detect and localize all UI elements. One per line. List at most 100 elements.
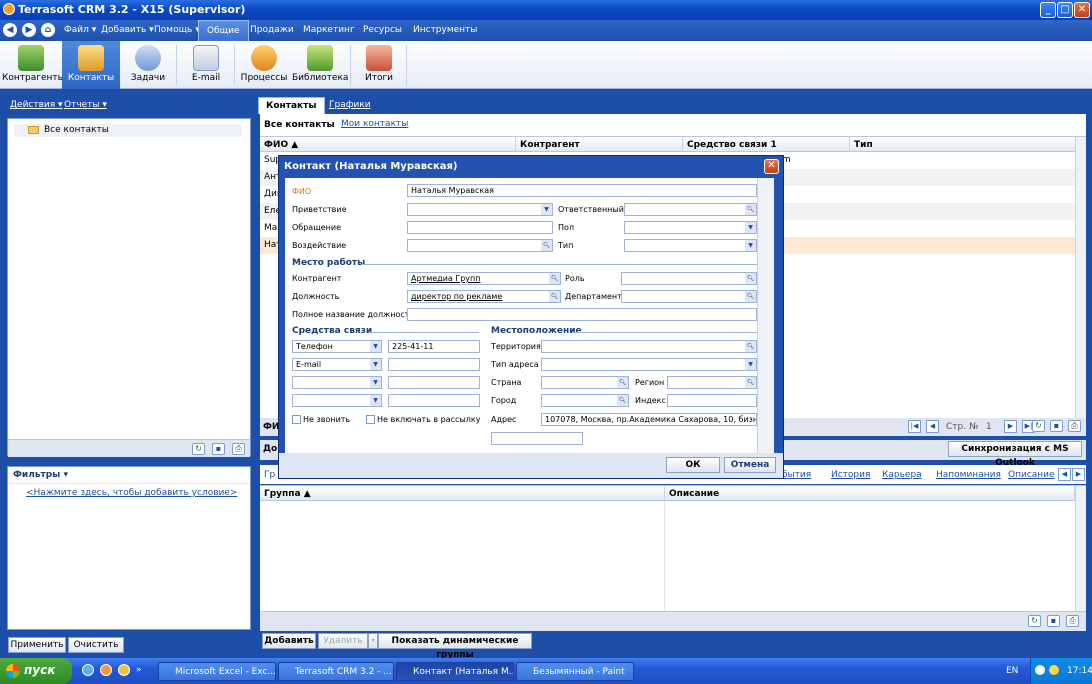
taskbar-item-excel[interactable]: Microsoft Excel - Exc...: [158, 662, 276, 681]
apply-button[interactable]: Применить: [8, 637, 66, 653]
ribbon-totals-button[interactable]: Итоги: [354, 41, 404, 89]
clear-button[interactable]: Очистить: [68, 637, 124, 653]
tab-history[interactable]: История: [831, 470, 870, 480]
print-icon[interactable]: ⎙: [232, 443, 245, 455]
tab-contacts[interactable]: Контакты: [258, 97, 325, 114]
reports-link[interactable]: Отчеты ▾: [64, 100, 107, 110]
tab-general[interactable]: Общие: [198, 20, 249, 41]
column-header-account[interactable]: Контрагент: [516, 137, 683, 152]
page-number[interactable]: 1: [986, 422, 992, 432]
fio-field[interactable]: Наталья Муравская: [407, 184, 757, 197]
chevron-down-icon[interactable]: ▼: [370, 377, 381, 388]
no-mailing-checkbox[interactable]: [366, 415, 375, 424]
lookup-icon[interactable]: 🔍︎: [745, 377, 756, 388]
grid-scrollbar[interactable]: [1075, 137, 1086, 420]
lookup-icon[interactable]: 🔍︎: [549, 273, 560, 284]
prev-page-icon[interactable]: ◀: [926, 420, 939, 433]
ribbon-library-button[interactable]: Библиотека: [292, 41, 348, 89]
column-header-description[interactable]: Описание: [665, 486, 1075, 501]
outlook-sync-button[interactable]: Синхронизация с MS Outlook: [948, 441, 1082, 468]
responsible-field[interactable]: 🔍︎: [624, 203, 757, 216]
tab-sales[interactable]: Продажи: [242, 20, 302, 41]
language-indicator[interactable]: EN: [1006, 666, 1018, 676]
tab-marketing[interactable]: Маркетинг: [295, 20, 363, 41]
back-icon[interactable]: ◀: [3, 23, 17, 37]
delete-button[interactable]: Удалить: [318, 633, 368, 649]
tree-item-all-contacts[interactable]: Все контакты: [14, 124, 242, 137]
tab-reminders[interactable]: Напоминания: [936, 470, 1001, 480]
groups-print-icon[interactable]: ⎙: [1066, 615, 1079, 627]
chevron-down-icon[interactable]: ▼: [370, 395, 381, 406]
lookup-icon[interactable]: 🔍︎: [745, 204, 756, 215]
lookup-icon[interactable]: 🔍︎: [549, 291, 560, 302]
column-header-group[interactable]: Группа ▲: [260, 486, 665, 501]
comm-type-1[interactable]: Телефон ▼: [292, 340, 382, 353]
grid-save-icon[interactable]: ▪: [1050, 420, 1063, 432]
lookup-icon[interactable]: 🔍︎: [541, 240, 552, 251]
tab-resources[interactable]: Ресурсы: [355, 20, 410, 41]
chevron-down-icon[interactable]: ▼: [745, 359, 756, 370]
tab-events[interactable]: бытия: [782, 470, 811, 480]
grid-refresh-icon[interactable]: ↻: [1032, 420, 1045, 432]
minimize-button[interactable]: _: [1040, 2, 1056, 18]
menu-add[interactable]: Добавить ▾: [101, 25, 154, 35]
address-type-field[interactable]: ▼: [541, 358, 757, 371]
groups-scrollbar[interactable]: [1075, 486, 1086, 611]
groups-refresh-icon[interactable]: ↻: [1028, 615, 1041, 627]
comm-value-1[interactable]: 225-41-11: [388, 340, 480, 353]
delete-dropdown[interactable]: ▾: [368, 633, 378, 649]
chevron-down-icon[interactable]: ▼: [370, 359, 381, 370]
add-condition-link[interactable]: <Нажмите здесь, чтобы добавить условие>: [26, 488, 237, 498]
comm-type-3[interactable]: ▼: [292, 376, 382, 389]
quick-launch-more-icon[interactable]: »: [136, 665, 142, 675]
influence-field[interactable]: 🔍︎: [407, 239, 553, 252]
tabs-scroll-right-icon[interactable]: ▶: [1072, 468, 1085, 481]
gender-field[interactable]: ▼: [624, 221, 757, 234]
lookup-icon[interactable]: 🔍︎: [745, 291, 756, 302]
ribbon-email-button[interactable]: E-mail: [180, 41, 232, 89]
taskbar-item-contact-dialog[interactable]: Контакт (Наталья М...: [396, 662, 514, 681]
no-call-checkbox[interactable]: [292, 415, 301, 424]
tab-charts[interactable]: Графики: [322, 97, 378, 114]
chevron-down-icon[interactable]: ▼: [541, 204, 552, 215]
role-field[interactable]: 🔍︎: [621, 272, 757, 285]
chevron-down-icon[interactable]: ▼: [370, 341, 381, 352]
index-field[interactable]: [667, 394, 757, 407]
tray-icon[interactable]: [1035, 665, 1045, 675]
firefox-icon[interactable]: [100, 664, 112, 676]
lookup-icon[interactable]: 🔍︎: [617, 395, 628, 406]
save-icon[interactable]: ▪: [212, 443, 225, 455]
forward-icon[interactable]: ▶: [22, 23, 36, 37]
chevron-down-icon[interactable]: ▼: [745, 222, 756, 233]
greeting-field[interactable]: ▼: [407, 203, 553, 216]
account-field[interactable]: Артмедиа Групп 🔍︎: [407, 272, 561, 285]
region-field[interactable]: 🔍︎: [667, 376, 757, 389]
column-header-fio[interactable]: ФИО ▲: [260, 137, 516, 152]
quick-launch-icon[interactable]: [118, 664, 130, 676]
address-extra-field[interactable]: [491, 432, 583, 445]
tab-career[interactable]: Карьера: [882, 470, 922, 480]
subtab-all-contacts[interactable]: Все контакты: [264, 120, 335, 130]
cancel-button[interactable]: Отмена: [724, 457, 776, 473]
grid-print-icon[interactable]: ⎙: [1068, 420, 1081, 432]
maximize-button[interactable]: □: [1057, 2, 1073, 18]
dynamic-groups-button[interactable]: Показать динамические группы: [378, 633, 532, 660]
first-page-icon[interactable]: |◀: [908, 420, 921, 433]
dialog-scrollbar[interactable]: [757, 178, 774, 453]
ribbon-tasks-button[interactable]: Задачи: [122, 41, 174, 89]
ok-button[interactable]: ОК: [666, 457, 720, 473]
comm-value-4[interactable]: [388, 394, 480, 407]
subtab-my-contacts[interactable]: Мои контакты: [341, 119, 408, 129]
home-icon[interactable]: ⌂: [41, 23, 55, 37]
taskbar-item-terrasoft[interactable]: Terrasoft CRM 3.2 - ...: [278, 662, 394, 681]
territory-field[interactable]: 🔍︎: [541, 340, 757, 353]
ribbon-accounts-button[interactable]: Контрагенты: [2, 41, 65, 89]
comm-value-2[interactable]: [388, 358, 480, 371]
comm-type-4[interactable]: ▼: [292, 394, 382, 407]
tab-description[interactable]: Описание: [1008, 470, 1055, 480]
groups-save-icon[interactable]: ▪: [1047, 615, 1060, 627]
tab-tools[interactable]: Инструменты: [405, 20, 485, 41]
menu-file[interactable]: Файл ▾: [64, 25, 96, 35]
lookup-icon[interactable]: 🔍︎: [617, 377, 628, 388]
tabs-scroll-left-icon[interactable]: ◀: [1058, 468, 1071, 481]
